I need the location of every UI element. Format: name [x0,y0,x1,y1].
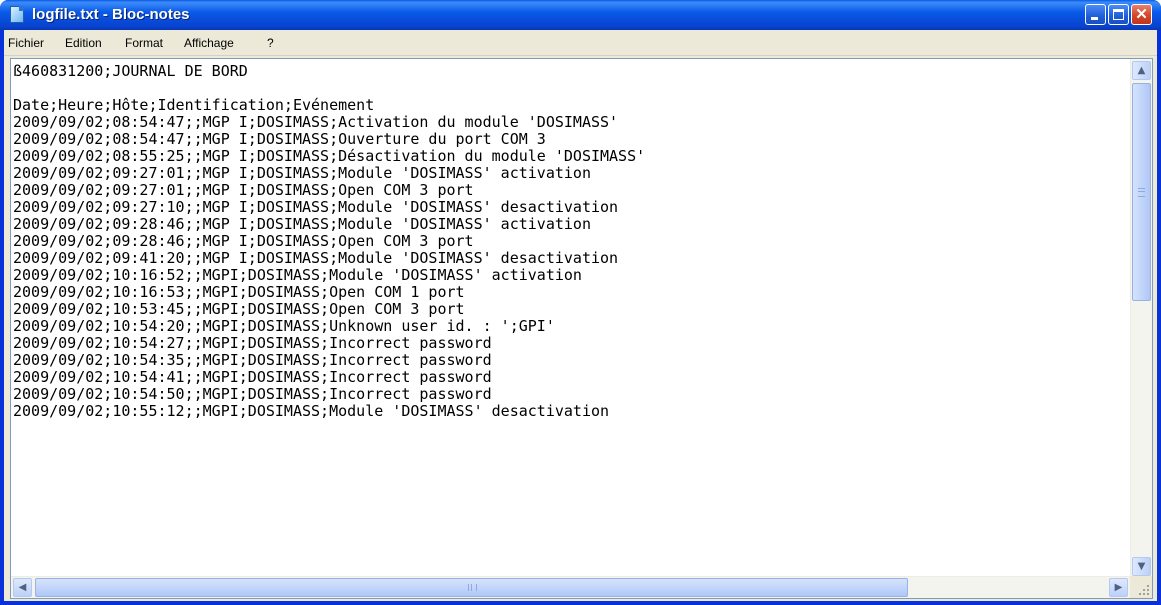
grip-dot [1147,593,1149,595]
horizontal-scroll-thumb[interactable] [35,578,908,597]
text-line: 2009/09/02;09:27:01;;MGP I;DOSIMASS;Modu… [13,164,591,182]
text-editor[interactable]: ß460831200;JOURNAL DE BORD Date;Heure;Hô… [10,58,1153,599]
text-line: 2009/09/02;09:41:20;;MGP I;DOSIMASS;Modu… [13,249,619,267]
text-line: 2009/09/02;10:16:53;;MGPI;DOSIMASS;Open … [13,283,465,301]
vertical-scroll-thumb[interactable] [1132,83,1151,301]
scroll-left-button[interactable]: ◀ [13,578,32,597]
text-line: 2009/09/02;10:54:41;;MGPI;DOSIMASS;Incor… [13,368,492,386]
text-line: 2009/09/02;09:28:46;;MGP I;DOSIMASS;Modu… [13,215,591,233]
resize-grip[interactable] [1130,576,1152,598]
grip-icon [468,584,477,591]
close-icon: ✕ [1135,6,1148,23]
grip-dot [1143,589,1145,591]
text-line: 2009/09/02;09:27:01;;MGP I;DOSIMASS;Open… [13,181,474,199]
title-bar[interactable]: logfile.txt - Bloc-notes ✕ [0,0,1161,30]
text-line: 2009/09/02;10:54:50;;MGPI;DOSIMASS;Incor… [13,385,492,403]
text-line: 2009/09/02;08:54:47;;MGP I;DOSIMASS;Ouve… [13,130,546,148]
text-line: 2009/09/02;08:54:47;;MGP I;DOSIMASS;Acti… [13,113,619,131]
grip-dot [1147,589,1149,591]
scroll-down-button[interactable]: ▼ [1132,557,1151,576]
text-line: 2009/09/02;10:54:20;;MGPI;DOSIMASS;Unkno… [13,317,555,335]
text-line: 2009/09/02;10:54:27;;MGPI;DOSIMASS;Incor… [13,334,492,352]
notepad-icon[interactable] [10,6,24,23]
close-button[interactable]: ✕ [1131,4,1152,25]
scroll-up-button[interactable]: ▲ [1132,61,1151,80]
grip-dot [1147,585,1149,587]
maximize-button[interactable] [1108,4,1129,25]
text-line: 2009/09/02;10:54:35;;MGPI;DOSIMASS;Incor… [13,351,492,369]
document-text[interactable]: ß460831200;JOURNAL DE BORD Date;Heure;Hô… [13,63,1128,575]
minimize-button[interactable] [1085,4,1106,25]
text-line: 2009/09/02;10:16:52;;MGPI;DOSIMASS;Modul… [13,266,582,284]
grip-icon [1138,188,1145,197]
text-line: 2009/09/02;10:53:45;;MGPI;DOSIMASS;Open … [13,300,465,318]
text-line: Date;Heure;Hôte;Identification;Evénement [13,96,375,114]
text-line: 2009/09/02;08:55:25;;MGP I;DOSIMASS;Désa… [13,147,646,165]
notepad-window: logfile.txt - Bloc-notes ✕ Fichier Editi… [0,0,1161,605]
menu-help[interactable]: ? [267,36,274,50]
text-line [13,80,1128,97]
horizontal-scrollbar[interactable]: ◀ ▶ [11,576,1130,598]
grip-dot [1139,593,1141,595]
text-line: ß460831200;JOURNAL DE BORD [13,63,248,80]
window-title: logfile.txt - Bloc-notes [32,6,190,23]
menu-fichier[interactable]: Fichier [8,36,44,50]
text-line: 2009/09/02;09:28:46;;MGP I;DOSIMASS;Open… [13,232,474,250]
grip-dot [1143,593,1145,595]
menu-edition[interactable]: Edition [65,36,102,50]
menu-bar: Fichier Edition Format Affichage ? [4,30,1157,56]
scroll-right-button[interactable]: ▶ [1109,578,1128,597]
text-line: 2009/09/02;09:27:10;;MGP I;DOSIMASS;Modu… [13,198,619,216]
minimize-icon [1091,17,1098,20]
text-line: 2009/09/02;10:55:12;;MGPI;DOSIMASS;Modul… [13,402,610,420]
maximize-icon [1113,9,1124,20]
menu-affichage[interactable]: Affichage [184,36,234,50]
vertical-scrollbar[interactable]: ▲ ▼ [1130,59,1152,578]
menu-format[interactable]: Format [125,36,163,50]
client-area: Fichier Edition Format Affichage ? ß4608… [4,30,1157,601]
